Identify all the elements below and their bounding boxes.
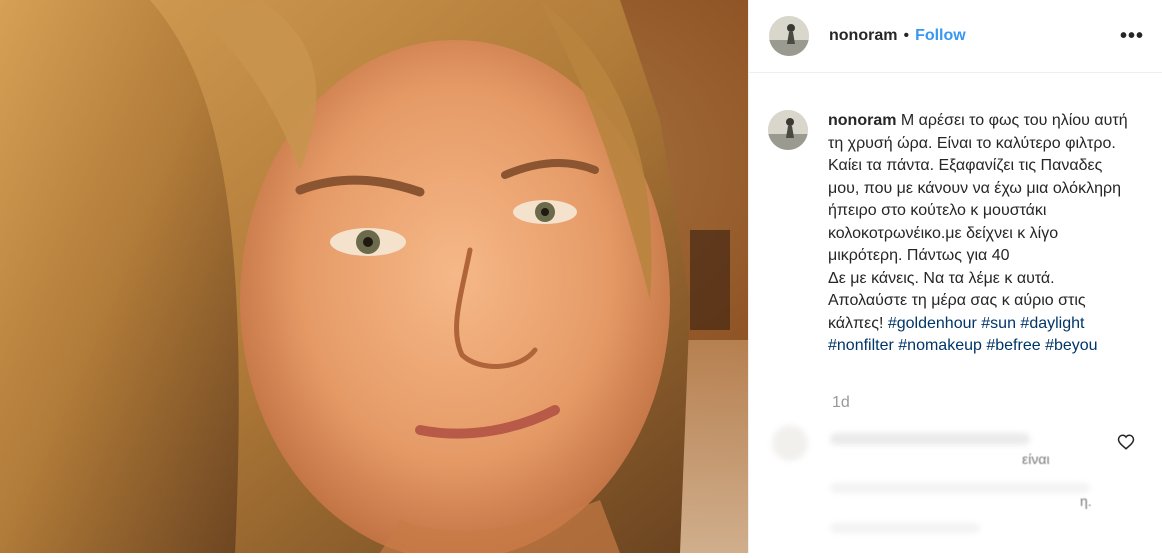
avatar-image bbox=[768, 110, 808, 150]
hashtag[interactable]: #sun bbox=[981, 315, 1016, 332]
comment-fragment: είναι bbox=[1022, 451, 1050, 467]
more-options-icon[interactable]: ••• bbox=[1120, 25, 1144, 48]
caption-body: Μ αρέσει το φως του ηλίου αυτή τη χρυσή … bbox=[828, 112, 1128, 264]
hashtag[interactable]: #goldenhour bbox=[888, 315, 977, 332]
hashtag[interactable]: #nomakeup bbox=[898, 337, 982, 354]
avatar-image bbox=[769, 16, 809, 56]
follow-button[interactable]: Follow bbox=[915, 27, 966, 45]
hashtag[interactable]: #beyou bbox=[1045, 337, 1098, 354]
hashtag[interactable]: #nonfilter bbox=[828, 337, 894, 354]
avatar[interactable] bbox=[769, 16, 809, 56]
hashtag[interactable]: #befree bbox=[986, 337, 1040, 354]
separator-dot: • bbox=[903, 27, 910, 44]
selfie-image bbox=[0, 0, 748, 553]
caption-username[interactable]: nonoram bbox=[828, 112, 896, 129]
like-heart-icon[interactable] bbox=[1117, 433, 1135, 451]
post-header: nonoram • Follow ••• bbox=[749, 0, 1162, 73]
comment-preview: είναι η. bbox=[770, 423, 1150, 553]
caption-avatar[interactable] bbox=[768, 110, 808, 150]
hashtag[interactable]: #daylight bbox=[1020, 315, 1084, 332]
caption: nonoram Μ αρέσει το φως του ηλίου αυτή τ… bbox=[768, 110, 1148, 358]
username-link[interactable]: nonoram bbox=[829, 27, 897, 45]
blurred-comment bbox=[770, 423, 1150, 558]
post-photo[interactable] bbox=[0, 0, 748, 553]
caption-text: nonoram Μ αρέσει το φως του ηλίου αυτή τ… bbox=[828, 110, 1128, 358]
post-timestamp[interactable]: 1d bbox=[832, 394, 850, 412]
comment-fragment-2: η. bbox=[1080, 493, 1092, 509]
